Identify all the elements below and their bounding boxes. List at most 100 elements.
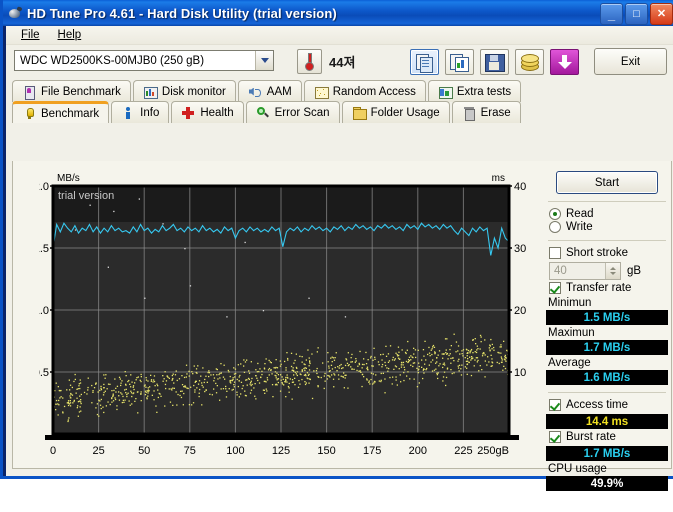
burst-rate-checkbox-indicator bbox=[549, 431, 561, 443]
error-scan-icon bbox=[256, 106, 270, 120]
burst-rate-value-box: 1.7 MB/s bbox=[546, 446, 668, 461]
burst-rate-value: 1.7 MB/s bbox=[583, 447, 631, 460]
tab-info[interactable]: Info bbox=[111, 101, 170, 123]
svg-text:20: 20 bbox=[514, 305, 526, 317]
tab-erase[interactable]: Erase bbox=[451, 101, 521, 123]
coins-icon[interactable] bbox=[515, 49, 544, 75]
svg-text:30: 30 bbox=[514, 243, 526, 255]
checkbox-access-time[interactable]: Access time bbox=[546, 399, 668, 411]
erase-icon bbox=[462, 106, 476, 121]
checkbox-transfer-rate[interactable]: Transfer rate bbox=[546, 282, 668, 294]
health-icon bbox=[181, 106, 195, 120]
benchmark-chart: MB/s 0.5 1.0 1.5 2.0 ms 10 20 30 40 0 25 50 75 100 125 1… bbox=[39, 168, 536, 463]
tab-error-scan[interactable]: Error Scan bbox=[245, 101, 340, 123]
divider bbox=[548, 240, 666, 241]
svg-text:10: 10 bbox=[514, 367, 526, 379]
tab-disk-monitor-label: Disk monitor bbox=[161, 85, 226, 98]
chart-canvas: MB/s 0.5 1.0 1.5 2.0 ms 10 20 30 40 0 25 50 75 100 125 1… bbox=[39, 173, 526, 457]
download-icon[interactable] bbox=[550, 49, 579, 75]
aam-icon bbox=[248, 85, 262, 99]
minimum-label: Minimun bbox=[548, 297, 592, 309]
checkbox-burst-rate[interactable]: Burst rate bbox=[546, 431, 668, 443]
tab-random-access[interactable]: Random Access bbox=[303, 80, 426, 102]
copy-image-icon[interactable] bbox=[445, 49, 474, 75]
close-icon: ✕ bbox=[656, 7, 667, 20]
svg-text:25: 25 bbox=[92, 445, 104, 457]
svg-text:MB/s: MB/s bbox=[57, 173, 80, 184]
average-value-box: 1.6 MB/s bbox=[546, 370, 668, 385]
drive-select[interactable]: WDC WD2500KS-00MJB0 (250 gB) bbox=[14, 50, 274, 71]
short-stroke-stepper[interactable]: 40 bbox=[549, 262, 621, 280]
tab-folder-usage[interactable]: Folder Usage bbox=[341, 101, 450, 123]
disk-monitor-icon bbox=[143, 85, 158, 99]
window-title: HD Tune Pro 4.61 - Hard Disk Utility (tr… bbox=[27, 5, 337, 21]
maximize-icon: □ bbox=[633, 7, 640, 20]
tab-disk-monitor[interactable]: Disk monitor bbox=[132, 80, 236, 102]
maximum-value-box: 1.7 MB/s bbox=[546, 340, 668, 355]
short-stroke-label: Short stroke bbox=[566, 247, 628, 259]
short-stroke-unit: gB bbox=[627, 265, 642, 277]
client-area: File Help WDC WD2500KS-00MJB0 (250 gB) 4… bbox=[6, 26, 673, 491]
copy-icon[interactable] bbox=[410, 49, 439, 75]
svg-text:2.0: 2.0 bbox=[39, 181, 49, 193]
minimize-button[interactable]: _ bbox=[600, 3, 623, 25]
svg-text:1.5: 1.5 bbox=[39, 243, 49, 255]
transfer-rate-label: Transfer rate bbox=[566, 282, 632, 294]
svg-text:200: 200 bbox=[409, 445, 427, 457]
tab-benchmark-label: Benchmark bbox=[41, 107, 100, 120]
folder-usage-icon bbox=[352, 106, 367, 120]
random-access-icon bbox=[314, 85, 329, 99]
checkbox-short-stroke[interactable]: Short stroke bbox=[546, 247, 668, 259]
short-stroke-size-row: 40 gB bbox=[546, 262, 668, 280]
svg-text:0.5: 0.5 bbox=[39, 367, 49, 379]
radio-read-indicator bbox=[549, 208, 561, 220]
start-button[interactable]: Start bbox=[556, 171, 658, 194]
window-controls: _ □ ✕ bbox=[600, 3, 673, 25]
maximize-button[interactable]: □ bbox=[625, 3, 648, 25]
close-button[interactable]: ✕ bbox=[650, 3, 673, 25]
tab-info-label: Info bbox=[140, 106, 160, 119]
stepper-arrows[interactable] bbox=[605, 263, 620, 279]
tab-benchmark[interactable]: Benchmark bbox=[12, 101, 110, 123]
title-bar: HD Tune Pro 4.61 - Hard Disk Utility (tr… bbox=[3, 0, 673, 26]
temperature-display: 44져 bbox=[297, 49, 355, 74]
cpu-usage-label: CPU usage bbox=[548, 463, 607, 475]
tab-health-label: Health bbox=[200, 106, 234, 119]
maximum-label: Maximun bbox=[548, 327, 595, 339]
burst-rate-label: Burst rate bbox=[566, 431, 616, 443]
svg-text:75: 75 bbox=[184, 445, 196, 457]
toolbar-buttons bbox=[410, 49, 579, 75]
maximum-value: 1.7 MB/s bbox=[583, 341, 631, 354]
access-time-value: 14.4 ms bbox=[585, 415, 629, 428]
access-time-checkbox-indicator bbox=[549, 399, 561, 411]
divider bbox=[548, 392, 666, 393]
minimum-value: 1.5 MB/s bbox=[583, 311, 631, 324]
tab-file-benchmark[interactable]: File Benchmark bbox=[12, 80, 131, 102]
chevron-down-icon[interactable] bbox=[255, 51, 273, 70]
svg-text:150: 150 bbox=[317, 445, 335, 457]
svg-text:ms: ms bbox=[492, 173, 505, 184]
temperature-value: 44져 bbox=[329, 55, 356, 70]
transfer-rate-checkbox-indicator bbox=[549, 282, 561, 294]
menu-file[interactable]: File bbox=[12, 27, 49, 43]
access-time-value-box: 14.4 ms bbox=[546, 414, 668, 429]
benchmark-icon bbox=[22, 107, 36, 121]
cpu-usage-value-box: 49.9% bbox=[546, 476, 668, 491]
radio-write[interactable]: Write bbox=[546, 221, 668, 233]
tab-erase-label: Erase bbox=[480, 106, 511, 119]
exit-button[interactable]: Exit bbox=[594, 48, 667, 75]
svg-text:225: 225 bbox=[454, 445, 472, 457]
radio-write-indicator bbox=[549, 221, 561, 233]
menu-help[interactable]: Help bbox=[49, 27, 91, 43]
tab-aam[interactable]: AAM bbox=[237, 80, 302, 102]
tab-health[interactable]: Health bbox=[171, 101, 244, 123]
file-benchmark-icon bbox=[22, 85, 36, 100]
average-label: Average bbox=[548, 357, 591, 369]
svg-text:40: 40 bbox=[514, 181, 526, 193]
thermometer-icon[interactable] bbox=[297, 49, 322, 74]
tab-random-access-label: Random Access bbox=[332, 85, 416, 98]
tab-extra-tests[interactable]: Extra tests bbox=[427, 80, 522, 102]
svg-text:125: 125 bbox=[272, 445, 290, 457]
radio-read[interactable]: Read bbox=[546, 208, 668, 220]
save-icon[interactable] bbox=[480, 49, 509, 75]
